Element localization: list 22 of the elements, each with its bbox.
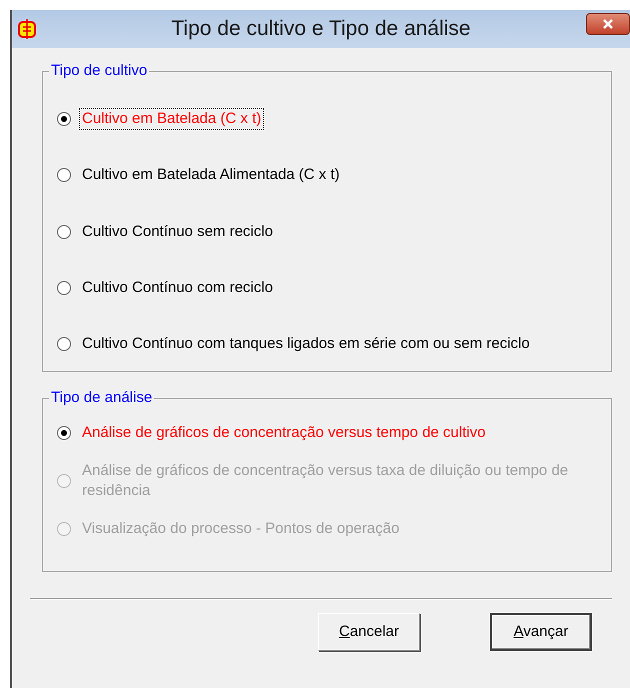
radio-button[interactable] [57,426,71,440]
radio-button[interactable] [57,280,71,295]
option-label: Visualização do processo - Pontos de operação [81,519,400,539]
dialog-button[interactable]: Avançar [490,613,592,651]
group-title: Tipo de cultivo [49,61,150,81]
option-label: Cultivo Contínuo sem reciclo [81,222,274,242]
option-label: Cultivo Contínuo com reciclo [81,278,274,298]
radio-button[interactable] [57,168,71,182]
option-label: Cultivo Contínuo com tanques ligados em série com ou sem reciclo [81,334,531,354]
app-icon [16,18,38,40]
option-label: Cultivo em Batelada (C x t) [79,108,264,130]
option-label: Análise de gráficos de concentração versus tempo de cultivo [81,423,487,443]
option-label: Análise de gráficos de concentração versus taxa de diluição ou tempo de residência [81,461,570,501]
radio-button[interactable] [57,224,71,238]
option-label: Cultivo em Batelada Alimentada (C x t) [81,165,341,186]
group-title: Tipo de análise [49,388,154,408]
window-title: Tipo de cultivo e Tipo de análise [170,16,472,42]
close-button[interactable] [586,13,630,35]
dialog-button[interactable]: Cancelar [318,613,420,651]
radio-button[interactable] [57,112,71,126]
radio-button[interactable] [57,337,71,351]
close-icon [602,19,614,29]
